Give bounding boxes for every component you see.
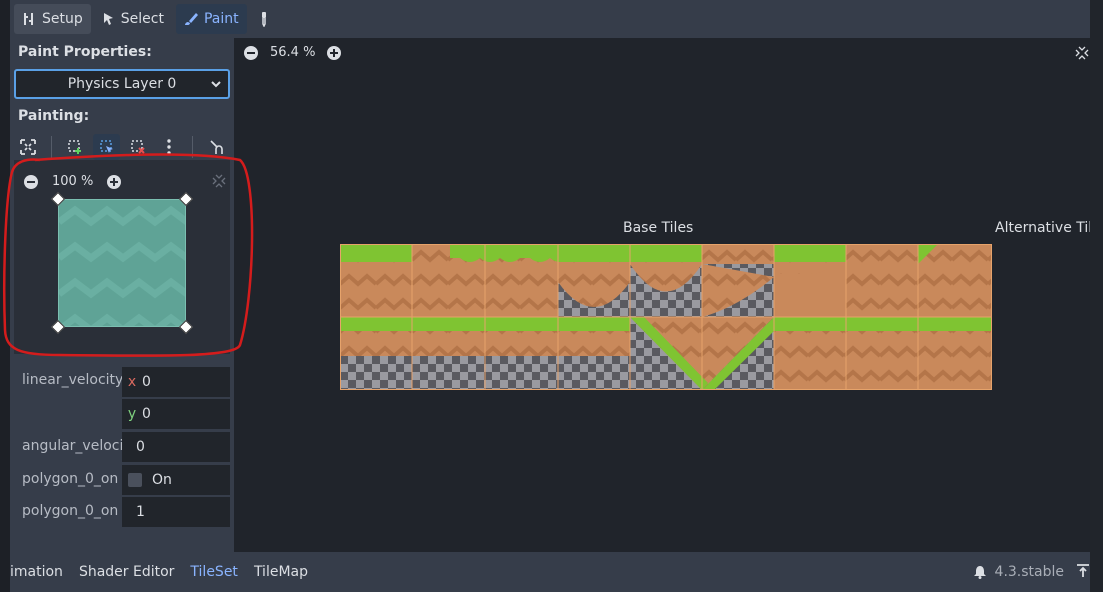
expand-editor-button[interactable] — [14, 134, 41, 160]
alternative-tiles-label: Alternative Tile — [995, 220, 1090, 236]
polygon-margin-value: 1 — [136, 504, 145, 520]
checkbox-box[interactable] — [128, 473, 142, 487]
version-label: 4.3.stable — [994, 564, 1064, 580]
expand-bottom-panel-icon[interactable] — [1076, 564, 1090, 578]
edit-points-icon — [99, 140, 113, 153]
eyedropper-icon — [261, 12, 266, 27]
tileset-editor-window: Setup Select Paint Paint Properties: Phy… — [10, 0, 1103, 592]
angular-velocity-value: 0 — [136, 439, 145, 455]
select-button[interactable]: Select — [95, 4, 172, 34]
create-polygon-icon — [68, 140, 82, 154]
tab-animation[interactable]: imation — [10, 564, 63, 580]
paint-properties-panel: Paint Properties: Physics Layer 0 Painti… — [10, 38, 234, 552]
linear-velocity-y-field[interactable]: y 0 — [122, 399, 230, 429]
setup-button[interactable]: Setup — [14, 4, 91, 34]
paint-layer-select-value: Physics Layer 0 — [67, 76, 177, 92]
angular-velocity-label: angular_veloci — [22, 438, 124, 454]
atlas-zoom-value: 56.4 % — [270, 45, 316, 60]
polygon-one-way-label: polygon_0_on — [22, 471, 119, 487]
linear-velocity-label: linear_velocity — [22, 372, 124, 388]
polygon-tools-row — [14, 133, 230, 161]
tile-atlas-grid[interactable] — [340, 244, 992, 390]
polygon-one-way-checkbox[interactable]: On — [122, 465, 230, 495]
paint-layer-select[interactable]: Physics Layer 0 — [14, 69, 230, 99]
center-view-icon[interactable] — [1075, 46, 1089, 60]
tile-row-1 — [340, 244, 992, 317]
polygon-one-way-value: On — [152, 472, 172, 488]
chevron-down-icon — [211, 81, 221, 88]
polygon-margin-label: polygon_0_on — [22, 503, 119, 519]
bell-icon — [973, 566, 986, 579]
tab-shader-editor[interactable]: Shader Editor — [79, 564, 174, 580]
version-indicator[interactable]: 4.3.stable — [973, 564, 1064, 580]
linear-velocity-x-field[interactable]: x 0 — [122, 367, 230, 397]
brush-icon — [184, 13, 198, 25]
window-edge — [1090, 0, 1103, 592]
y-axis-label: y — [127, 406, 137, 422]
tile-row-2 — [340, 317, 992, 390]
polygon-margin-field[interactable]: 1 — [122, 497, 230, 527]
atlas-zoom-controls: 56.4 % — [244, 45, 342, 60]
linear-velocity-x-value: 0 — [142, 374, 151, 390]
zoom-in-icon[interactable] — [327, 45, 342, 60]
linear-velocity-y-value: 0 — [142, 406, 151, 422]
angular-velocity-field[interactable]: 0 — [122, 432, 230, 462]
paint-label: Paint — [203, 11, 239, 27]
tile-polygon-preview[interactable]: 100 % — [14, 160, 230, 354]
zoom-out-icon[interactable] — [24, 174, 38, 189]
delete-points-button[interactable] — [124, 134, 151, 160]
select-label: Select — [120, 11, 164, 27]
painting-heading: Painting: — [18, 108, 90, 124]
bottom-panel-tabs: imation Shader Editor TileSet TileMap 4.… — [10, 552, 1090, 592]
create-polygon-button[interactable] — [62, 134, 89, 160]
preview-zoom-value: 100 % — [52, 174, 94, 189]
kebab-menu-icon — [166, 139, 171, 155]
paint-properties-heading: Paint Properties: — [18, 44, 152, 60]
x-axis-label: x — [127, 374, 137, 390]
paint-button[interactable]: Paint — [175, 4, 247, 34]
zoom-in-icon[interactable] — [107, 174, 122, 189]
setup-icon — [24, 13, 33, 25]
center-view-icon[interactable] — [212, 174, 226, 188]
edit-points-button[interactable] — [93, 134, 121, 160]
tab-tileset[interactable]: TileSet — [190, 564, 238, 580]
tile-atlas-view[interactable]: 56.4 % Base Tiles Alternative Tile — [234, 38, 1090, 552]
base-tiles-label: Base Tiles — [623, 220, 694, 236]
tileset-toolbar: Setup Select Paint — [10, 0, 1090, 38]
more-options-button[interactable] — [155, 134, 182, 160]
eyedropper-button[interactable] — [251, 4, 277, 34]
cursor-icon — [103, 13, 113, 25]
snap-icon — [209, 140, 223, 154]
toolbar-separator — [192, 136, 194, 158]
snap-options-button[interactable] — [203, 134, 230, 160]
expand-icon — [19, 139, 36, 155]
toolbar-separator — [51, 136, 52, 158]
preview-zoom-controls: 100 % — [24, 174, 122, 189]
tab-tilemap[interactable]: TileMap — [254, 564, 308, 580]
zoom-out-icon[interactable] — [244, 45, 258, 60]
delete-points-icon — [130, 140, 145, 154]
collision-polygon[interactable] — [58, 199, 186, 327]
tile-texture — [59, 205, 185, 326]
setup-label: Setup — [42, 11, 83, 27]
